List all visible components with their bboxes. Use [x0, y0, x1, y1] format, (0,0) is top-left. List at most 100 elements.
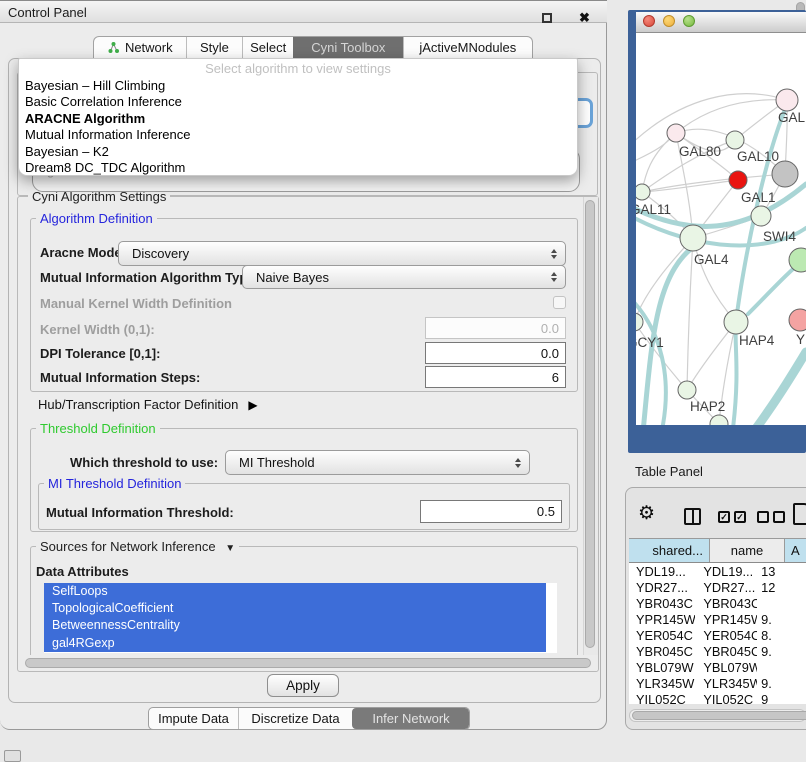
- table-cell: YDR27...: [629, 580, 695, 595]
- data-attributes-list[interactable]: SelfLoopsTopologicalCoefficientBetweenne…: [44, 583, 557, 653]
- minimize-traffic-light-icon[interactable]: [663, 15, 675, 27]
- settings-vertical-scrollbar-thumb[interactable]: [585, 200, 595, 648]
- table-row[interactable]: YBR045CYBR045C9.: [629, 643, 806, 659]
- network-edge[interactable]: [687, 238, 693, 390]
- network-canvas[interactable]: GALGAL80GAL10GAL1GAL11SWI4GAL4GCY1HAP4YH…: [636, 33, 806, 425]
- aracne-mode-combo[interactable]: Discovery: [118, 241, 566, 266]
- unchecked-checkbox-icon[interactable]: [757, 511, 769, 523]
- data-attribute-item[interactable]: SelfLoops: [44, 583, 546, 600]
- dpi-tolerance-field[interactable]: 0.0: [425, 342, 566, 364]
- gear-icon[interactable]: ⚙: [638, 503, 655, 525]
- table-cell: 12: [757, 580, 806, 595]
- table-cell: 13: [757, 564, 806, 579]
- mi-steps-field[interactable]: 6: [425, 366, 566, 388]
- table-row[interactable]: YDL19...YDL19...13: [629, 563, 806, 579]
- table-cell: YBL079W: [695, 660, 757, 675]
- node-label: HAP4: [739, 333, 775, 348]
- sources-group-title[interactable]: Sources for Network Inference ▼: [36, 539, 239, 554]
- network-node-gal[interactable]: [776, 89, 798, 111]
- network-edge[interactable]: [693, 238, 736, 322]
- network-node-swi4[interactable]: [751, 206, 771, 226]
- algorithm-option[interactable]: Mutual Information Inference: [19, 127, 577, 143]
- network-edge[interactable]: [642, 133, 676, 192]
- table-row[interactable]: YLR345WYLR345W9.: [629, 675, 806, 691]
- table-cell: YLR345W: [629, 676, 695, 691]
- table-row[interactable]: YER054CYER054C8.: [629, 627, 806, 643]
- close-traffic-light-icon[interactable]: [643, 15, 655, 27]
- network-node-gal11[interactable]: [636, 184, 650, 200]
- network-window-titlebar: [636, 12, 806, 33]
- table-row[interactable]: YPR145WYPR145W9.: [629, 611, 806, 627]
- which-threshold-combo[interactable]: MI Threshold: [225, 450, 530, 475]
- network-node[interactable]: [772, 161, 798, 187]
- page-icon[interactable]: [793, 503, 806, 525]
- zoom-traffic-light-icon[interactable]: [683, 15, 695, 27]
- hub-definition-expander[interactable]: Hub/Transcription Factor Definition ▶: [38, 397, 258, 412]
- table-cell: 9.: [757, 676, 806, 691]
- network-node-hap4[interactable]: [724, 310, 748, 334]
- table-scrollbar-thumb[interactable]: [632, 711, 806, 720]
- corner-widget[interactable]: [4, 750, 21, 762]
- tab-network[interactable]: Network: [94, 37, 186, 58]
- table-cell: YDL19...: [695, 564, 757, 579]
- algorithm-option[interactable]: Dream8 DC_TDC Algorithm: [19, 160, 577, 176]
- table-horizontal-scrollbar[interactable]: [629, 709, 806, 722]
- table-cell: YPR145W: [629, 612, 695, 627]
- manual-kernel-label: Manual Kernel Width Definition: [40, 296, 232, 311]
- data-attribute-item[interactable]: gal4RGexp: [44, 635, 546, 652]
- tab-cyni-toolbox[interactable]: Cyni Toolbox: [293, 37, 403, 58]
- network-edge[interactable]: [636, 94, 787, 150]
- network-node-gal4[interactable]: [680, 225, 706, 251]
- node-label: GAL: [778, 110, 806, 125]
- algorithm-option[interactable]: Basic Correlation Inference: [19, 94, 577, 110]
- network-node-hap2[interactable]: [678, 381, 696, 399]
- checked-checkbox-icon[interactable]: ✓: [734, 511, 746, 523]
- network-node-gal1[interactable]: [729, 171, 747, 189]
- table-cell: 9.: [757, 644, 806, 659]
- tab-style[interactable]: Style: [186, 37, 243, 58]
- column-header[interactable]: name: [710, 539, 785, 562]
- bottom-tab-discretize-data[interactable]: Discretize Data: [238, 708, 352, 729]
- table-row[interactable]: YBL079WYBL079W: [629, 659, 806, 675]
- network-graph[interactable]: GALGAL80GAL10GAL1GAL11SWI4GAL4GCY1HAP4YH…: [636, 33, 806, 425]
- column-layout-icon[interactable]: [684, 508, 701, 525]
- data-attribute-item[interactable]: BetweennessCentrality: [44, 617, 546, 634]
- which-threshold-value: MI Threshold: [239, 455, 315, 470]
- screen: Control Panel ✖ NetworkStyleSelectCyni T…: [0, 0, 806, 762]
- network-edge-thick[interactable]: [752, 352, 806, 425]
- algorithm-option[interactable]: ARACNE Algorithm: [19, 111, 577, 127]
- algorithm-option[interactable]: Bayesian – K2: [19, 144, 577, 160]
- network-node-gcy1[interactable]: [636, 313, 643, 331]
- network-node-gal10[interactable]: [726, 131, 744, 149]
- node-label: GAL80: [679, 144, 721, 159]
- mi-threshold-field[interactable]: 0.5: [420, 500, 562, 523]
- table-cell: YBR043C: [695, 596, 757, 611]
- close-icon[interactable]: ✖: [579, 10, 590, 26]
- table-row[interactable]: YIL052CYIL052C9: [629, 691, 806, 704]
- algorithm-option[interactable]: Bayesian – Hill Climbing: [19, 78, 577, 94]
- mi-type-combo[interactable]: Naive Bayes: [242, 265, 566, 289]
- bottom-tab-infer-network[interactable]: Infer Network: [352, 708, 469, 729]
- column-header[interactable]: shared...: [629, 539, 710, 562]
- tab-jactivemnodules[interactable]: jActiveMNodules: [403, 37, 532, 58]
- table-cell: YBR043C: [629, 596, 695, 611]
- float-window-icon[interactable]: [542, 13, 552, 23]
- manual-kernel-checkbox[interactable]: [553, 296, 566, 309]
- network-node-gal80[interactable]: [667, 124, 685, 142]
- bottom-tab-impute-data[interactable]: Impute Data: [149, 708, 238, 729]
- table-cell: YDL19...: [629, 564, 695, 579]
- settings-horizontal-scrollbar-thumb[interactable]: [25, 658, 591, 668]
- table-row[interactable]: YBR043CYBR043C: [629, 595, 806, 611]
- network-edge-thick[interactable]: [733, 322, 737, 425]
- kernel-width-field[interactable]: 0.0: [425, 317, 566, 339]
- network-edge[interactable]: [636, 238, 693, 322]
- apply-button[interactable]: Apply: [267, 674, 339, 697]
- table-row[interactable]: YDR27...YDR27...12: [629, 579, 806, 595]
- data-attributes-label: Data Attributes: [36, 564, 129, 579]
- checked-checkbox-icon[interactable]: ✓: [718, 511, 730, 523]
- data-attribute-item[interactable]: TopologicalCoefficient: [44, 600, 546, 617]
- column-header[interactable]: A: [785, 539, 806, 562]
- tab-select[interactable]: Select: [242, 37, 293, 58]
- unchecked-checkbox-icon[interactable]: [773, 511, 785, 523]
- network-node-y[interactable]: [789, 309, 806, 331]
